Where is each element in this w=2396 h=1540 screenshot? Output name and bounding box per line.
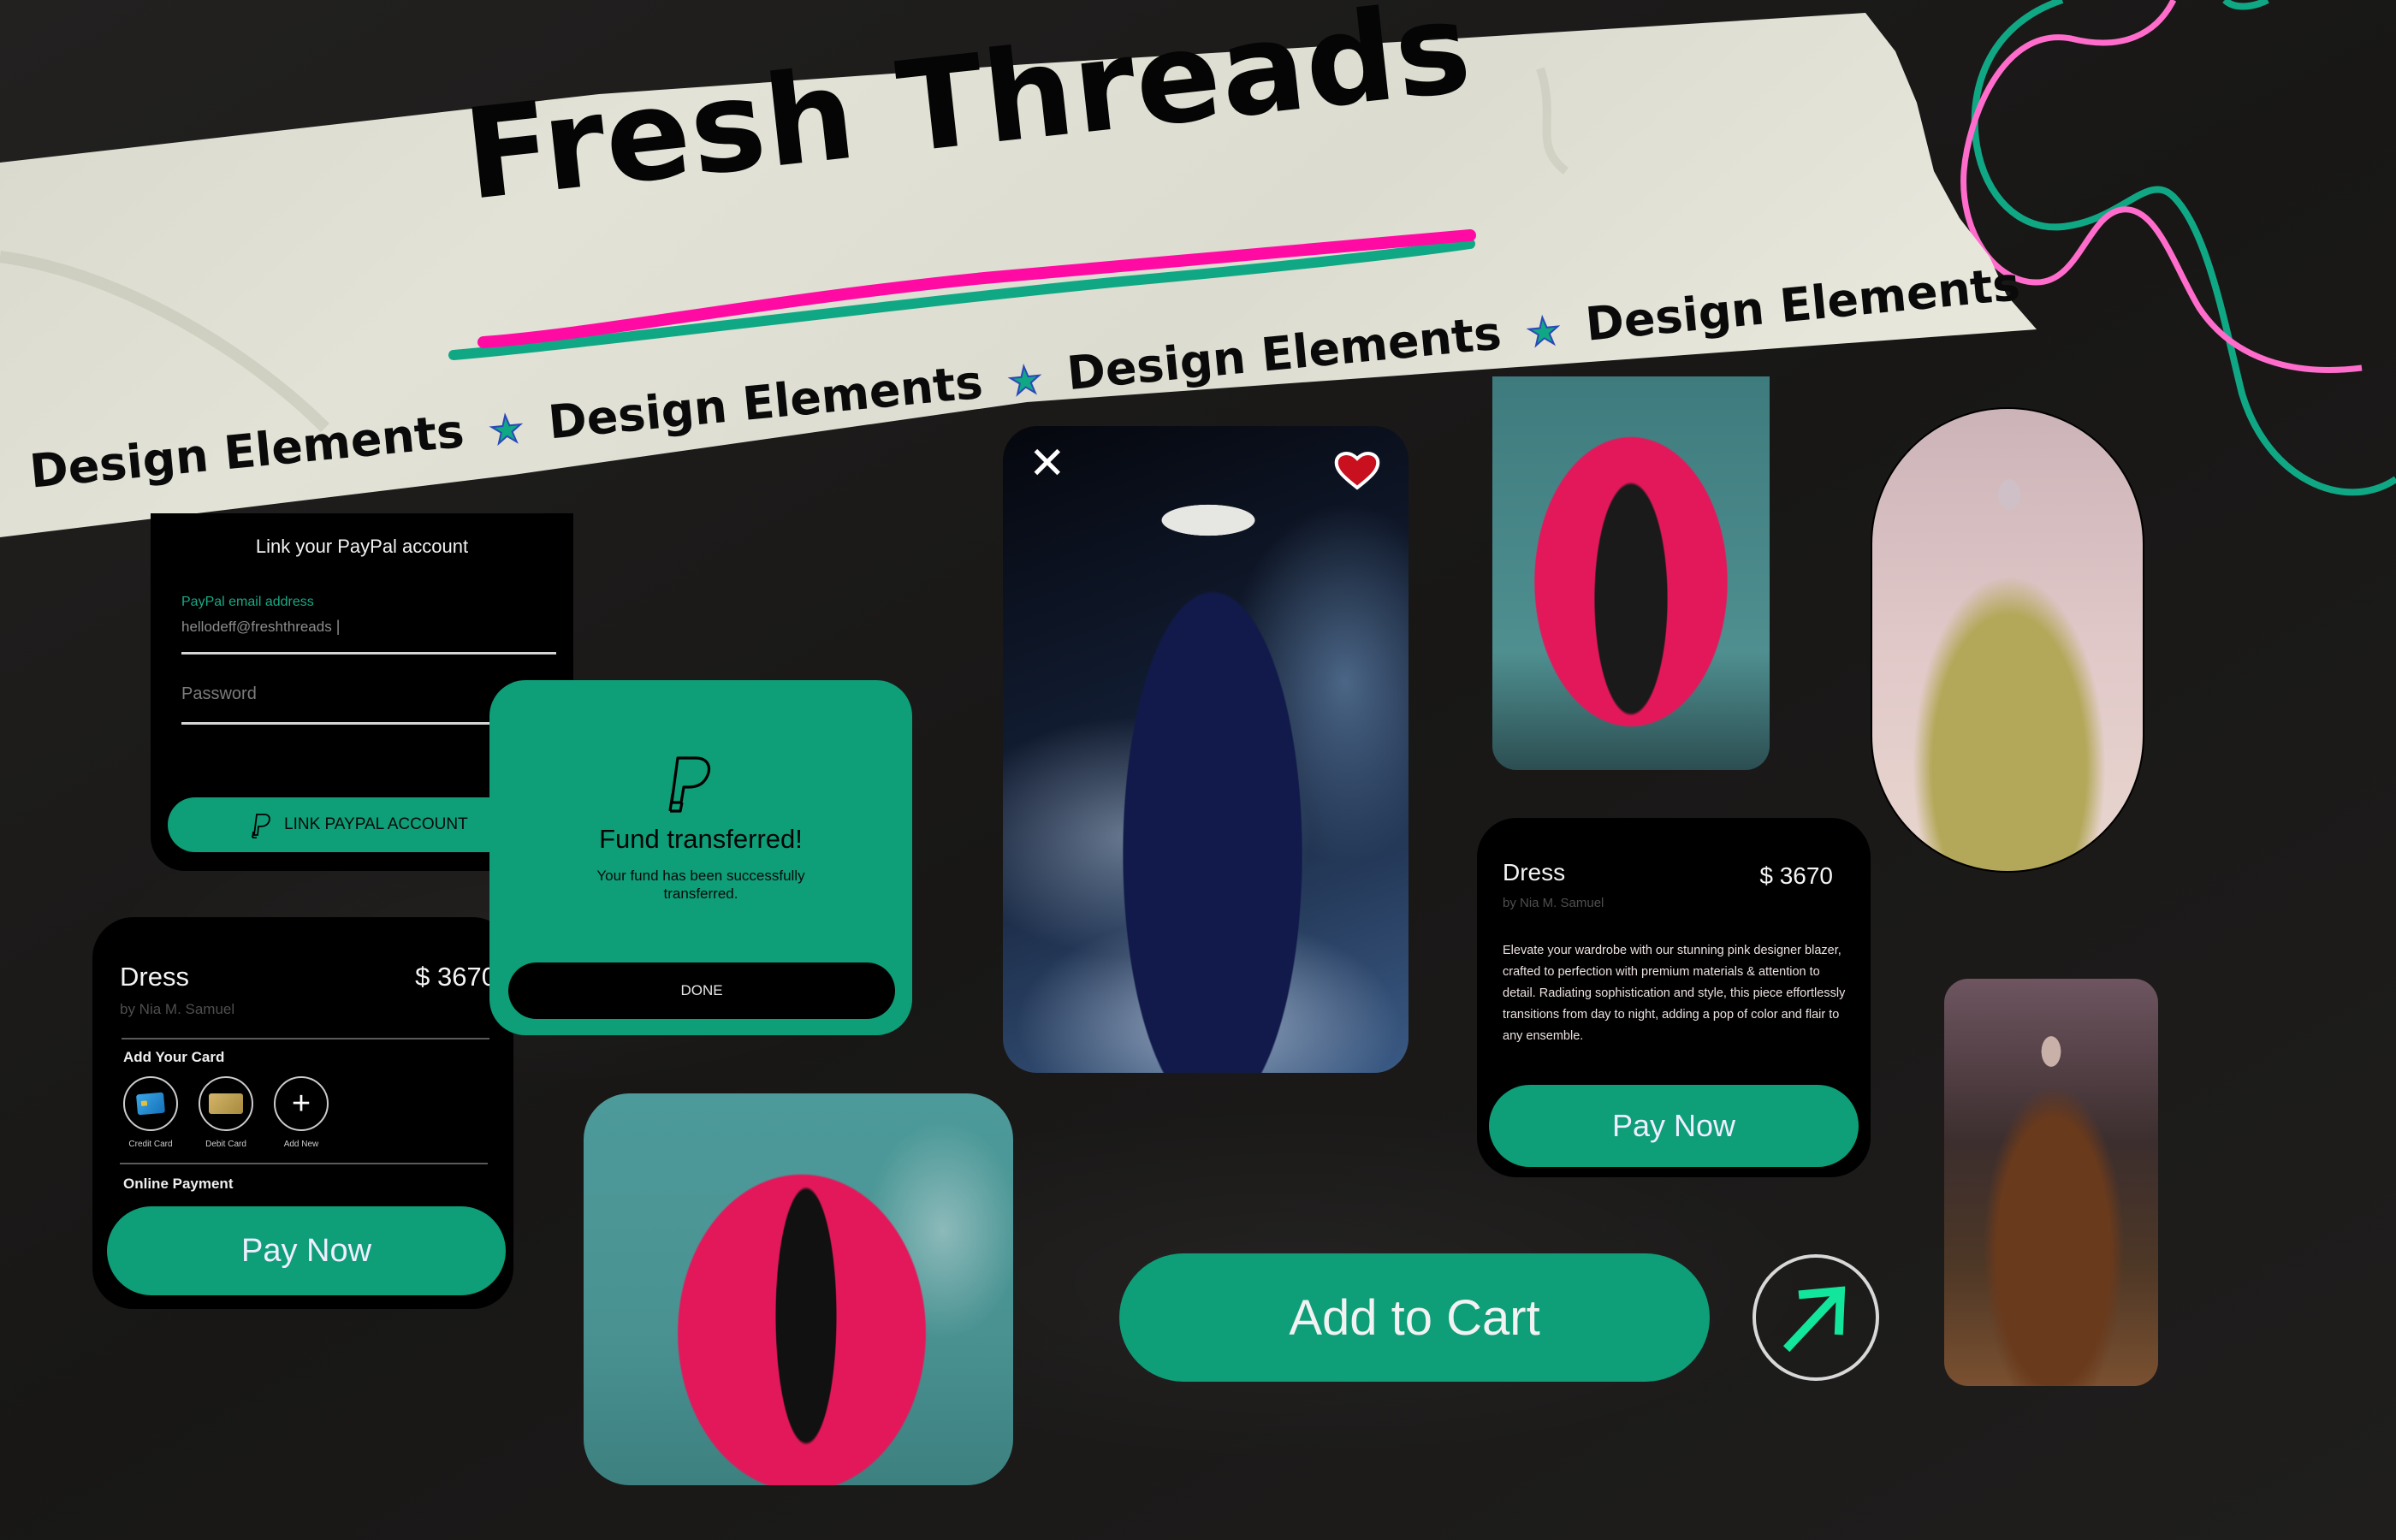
arrow-up-right-icon xyxy=(1782,1286,1846,1353)
checkout-card: Dress $ 3670 by Nia M. Samuel Add Your C… xyxy=(92,917,513,1309)
done-button[interactable]: DONE xyxy=(508,962,895,1019)
divider xyxy=(120,1163,488,1164)
password-placeholder: Password xyxy=(181,684,257,703)
add-card-heading: Add Your Card xyxy=(123,1049,225,1065)
product-description: Elevate your wardrobe with our stunning … xyxy=(1503,944,1846,1043)
card-option-credit[interactable]: Credit Card xyxy=(123,1076,178,1149)
fund-transferred-dialog: Fund transferred! Your fund has been suc… xyxy=(489,680,912,1035)
pay-now-button[interactable]: Pay Now xyxy=(1489,1085,1859,1167)
star-icon: ★ xyxy=(1524,308,1563,356)
card-option-add-new[interactable]: + Add New xyxy=(274,1076,329,1149)
product-image-olive-gown[interactable] xyxy=(1871,407,2144,873)
debit-card-icon xyxy=(209,1093,243,1114)
card-option-label: Credit Card xyxy=(128,1140,173,1149)
pay-now-button[interactable]: Pay Now xyxy=(107,1206,506,1295)
online-payment-heading: Online Payment xyxy=(123,1176,234,1192)
product-image-blazer-top[interactable] xyxy=(1492,376,1770,770)
credit-card-icon xyxy=(136,1092,165,1116)
link-paypal-button-label: LINK PAYPAL ACCOUNT xyxy=(284,815,468,833)
paypal-link-heading: Link your PayPal account xyxy=(255,536,469,557)
product-name: Dress xyxy=(120,962,189,992)
arrow-button[interactable] xyxy=(1753,1254,1879,1381)
link-paypal-button[interactable]: LINK PAYPAL ACCOUNT xyxy=(168,797,527,852)
paypal-icon xyxy=(252,814,270,838)
star-icon: ★ xyxy=(1005,357,1045,405)
divider xyxy=(122,1038,489,1040)
email-label: PayPal email address xyxy=(181,595,314,609)
card-option-label: Add New xyxy=(283,1140,319,1149)
paypal-icon xyxy=(668,756,711,813)
product-designer: by Nia M. Samuel xyxy=(1503,896,1604,910)
product-name: Dress xyxy=(1503,859,1566,886)
product-image-blazer-bottom[interactable] xyxy=(584,1093,1013,1485)
product-price: $ 3670 xyxy=(1759,862,1833,889)
email-field[interactable]: hellodeff@freshthreads | xyxy=(181,618,556,654)
close-icon[interactable]: ✕ xyxy=(1029,441,1066,486)
hero-product-image[interactable]: ✕ xyxy=(1003,426,1409,1073)
card-option-label: Debit Card xyxy=(205,1140,246,1149)
dialog-message: Your fund has been successfully transfer… xyxy=(596,868,805,902)
product-image-bronze-gown[interactable] xyxy=(1944,979,2158,1386)
pay-now-label: Pay Now xyxy=(1611,1108,1736,1143)
card-option-debit[interactable]: Debit Card xyxy=(199,1076,253,1149)
email-value: hellodeff@freshthreads xyxy=(181,619,332,635)
product-price: $ 3670 xyxy=(415,962,496,992)
star-icon: ★ xyxy=(487,406,526,453)
done-button-label: DONE xyxy=(680,982,723,998)
product-designer: by Nia M. Samuel xyxy=(120,1001,235,1017)
pay-now-label: Pay Now xyxy=(240,1232,372,1269)
plus-icon: + xyxy=(291,1086,311,1122)
add-to-cart-button[interactable]: Add to Cart xyxy=(1119,1253,1710,1382)
product-detail-card: Dress $ 3670 by Nia M. Samuel Elevate yo… xyxy=(1477,818,1871,1177)
add-to-cart-label: Add to Cart xyxy=(1289,1289,1540,1346)
heart-icon[interactable] xyxy=(1333,450,1381,491)
dialog-title: Fund transferred! xyxy=(599,824,803,854)
